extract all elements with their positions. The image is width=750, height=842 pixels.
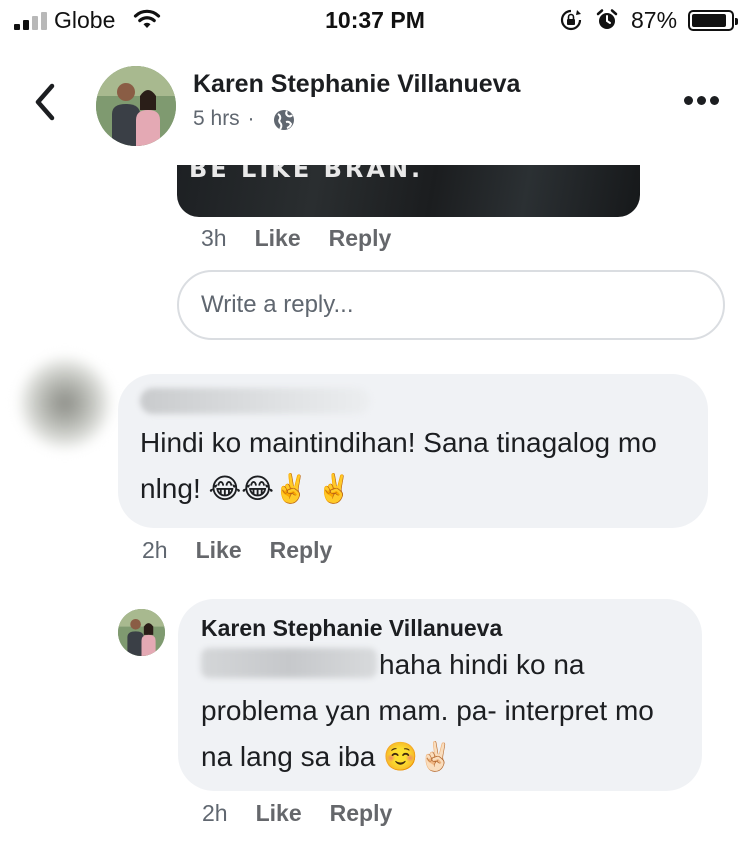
reply-actions: 2h Like Reply — [202, 800, 392, 827]
reply-button[interactable]: Reply — [330, 800, 393, 826]
comment-time: 2h — [142, 537, 168, 563]
reply-button[interactable]: Reply — [270, 537, 333, 563]
reply-bubble[interactable]: Karen Stephanie Villanueva haha hindi ko… — [178, 599, 702, 791]
battery-percentage: 87% — [631, 7, 678, 33]
image-caption: BE LIKE BRAN. — [189, 165, 424, 183]
rotation-lock-icon — [560, 9, 582, 31]
more-options-icon[interactable] — [684, 96, 720, 108]
reply-author-name[interactable]: Karen Stephanie Villanueva — [201, 615, 502, 642]
blurred-author-name — [140, 388, 370, 414]
comment-image[interactable]: BE LIKE BRAN. — [177, 165, 640, 217]
battery-icon — [688, 10, 738, 31]
post-author-name[interactable]: Karen Stephanie Villanueva — [193, 70, 520, 99]
post-time: 5 hrs — [193, 107, 240, 130]
reply-text-container: haha hindi ko na problema yan mam. pa- i… — [201, 642, 691, 780]
reply-input[interactable] — [177, 270, 725, 340]
blurred-mention — [201, 648, 377, 678]
comment-time: 3h — [201, 225, 227, 251]
post-meta: 5 hrs · — [193, 107, 257, 131]
comment-text: Hindi ko maintindihan! Sana tinagalog mo… — [140, 427, 657, 504]
globe-icon — [274, 110, 294, 130]
comment-time: 2h — [202, 800, 228, 826]
comment-actions: 3h Like Reply — [201, 225, 391, 252]
back-chevron-icon[interactable] — [30, 82, 60, 122]
comment-actions: 2h Like Reply — [142, 537, 332, 564]
comment-bubble[interactable]: Hindi ko maintindihan! Sana tinagalog mo… — [118, 374, 708, 528]
commenter-avatar[interactable] — [20, 358, 110, 448]
meta-separator: · — [247, 107, 255, 130]
like-button[interactable]: Like — [196, 537, 242, 563]
reply-author-avatar[interactable] — [118, 609, 165, 656]
reply-button[interactable]: Reply — [329, 225, 392, 251]
like-button[interactable]: Like — [255, 225, 301, 251]
like-button[interactable]: Like — [256, 800, 302, 826]
status-bar: Globe 10:37 PM 87% — [0, 0, 750, 40]
profile-avatar[interactable] — [96, 66, 176, 146]
alarm-icon — [596, 9, 618, 29]
